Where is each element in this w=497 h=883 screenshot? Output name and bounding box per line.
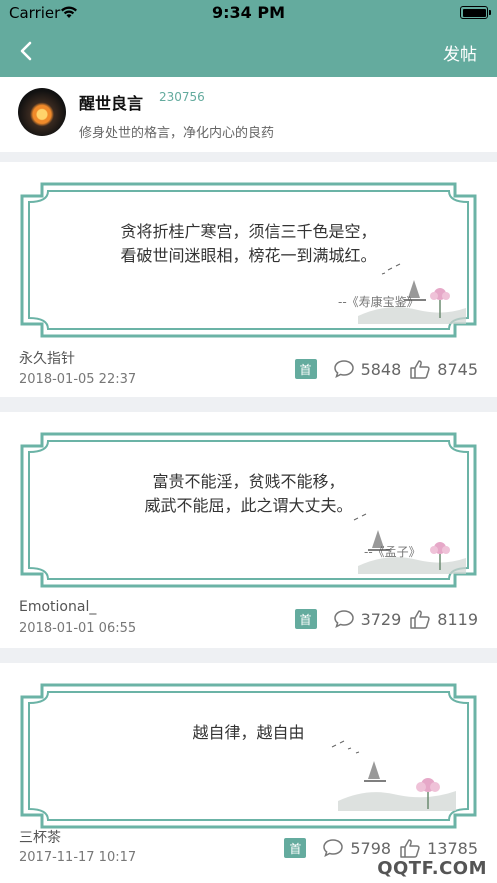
battery-icon — [460, 6, 491, 19]
top-badge: 首 — [284, 838, 307, 858]
thumbs-up-icon[interactable] — [409, 609, 431, 629]
thumbs-up-icon[interactable] — [399, 838, 421, 858]
post-date: 2018-01-01 06:55 — [19, 621, 137, 636]
nav-bar: 发帖 — [0, 26, 497, 77]
board-description: 修身处世的格言，净化内心的良药 — [79, 126, 275, 141]
top-badge: 首 — [294, 609, 317, 629]
post-stats: 首 5798 13785 — [284, 837, 478, 859]
comment-icon[interactable] — [333, 359, 355, 379]
lotus-landscape-icon — [331, 740, 456, 811]
comment-count: 5848 — [360, 359, 402, 379]
status-bar: Carrier 9:34 PM — [0, 0, 497, 26]
post-stats: 首 5848 8745 — [294, 358, 478, 380]
lotus-landscape-icon — [358, 263, 466, 324]
site-watermark: QQTF.COM — [377, 858, 487, 879]
post-stats: 首 3729 8119 — [294, 608, 478, 630]
quote-frame: 贪将折桂广寒宫，须信三千色是空， 看破世间迷眼相，榜花一到满城红。 --《寿康宝… — [18, 180, 479, 340]
author-name[interactable]: Emotional_ — [19, 599, 96, 615]
comment-icon[interactable] — [322, 838, 344, 858]
like-count: 13785 — [427, 838, 478, 858]
post-button[interactable]: 发帖 — [443, 40, 477, 65]
author-name[interactable]: 三杯茶 — [19, 827, 61, 847]
board-member-count: 230756 — [159, 90, 205, 104]
quote-frame: 越自律，越自由 — [18, 681, 479, 831]
post-card[interactable]: 贪将折桂广寒宫，须信三千色是空， 看破世间迷眼相，榜花一到满城红。 --《寿康宝… — [0, 162, 497, 397]
comment-icon[interactable] — [333, 609, 355, 629]
quote-line: 贪将折桂广寒宫，须信三千色是空， — [120, 222, 377, 241]
author-name[interactable]: 永久指针 — [19, 348, 75, 368]
post-card[interactable]: 富贵不能淫，贫贱不能移， 威武不能屈，此之谓大丈夫。 --《孟子》 Emotio… — [0, 412, 497, 648]
post-card[interactable]: 越自律，越自由 三杯茶 2017-11-17 10:17 首 5798 1378… — [0, 663, 497, 883]
post-date: 2018-01-05 22:37 — [19, 372, 137, 387]
quote-frame: 富贵不能淫，贫贱不能移， 威武不能屈，此之谓大丈夫。 --《孟子》 — [18, 430, 479, 590]
comment-count: 5798 — [350, 838, 392, 858]
comment-count: 3729 — [360, 609, 402, 629]
quote-line: 富贵不能淫，贫贱不能移， — [152, 472, 345, 491]
board-avatar — [18, 88, 66, 136]
top-badge: 首 — [294, 359, 317, 379]
post-date: 2017-11-17 10:17 — [19, 850, 137, 865]
clock: 9:34 PM — [211, 3, 285, 22]
lotus-landscape-icon — [353, 513, 466, 574]
back-chevron-icon[interactable] — [16, 40, 38, 62]
like-count: 8119 — [437, 609, 478, 629]
board-header[interactable]: 醒世良言 230756 修身处世的格言，净化内心的良药 — [0, 77, 497, 152]
board-name: 醒世良言 — [79, 94, 144, 113]
like-count: 8745 — [437, 359, 478, 379]
thumbs-up-icon[interactable] — [409, 359, 431, 379]
